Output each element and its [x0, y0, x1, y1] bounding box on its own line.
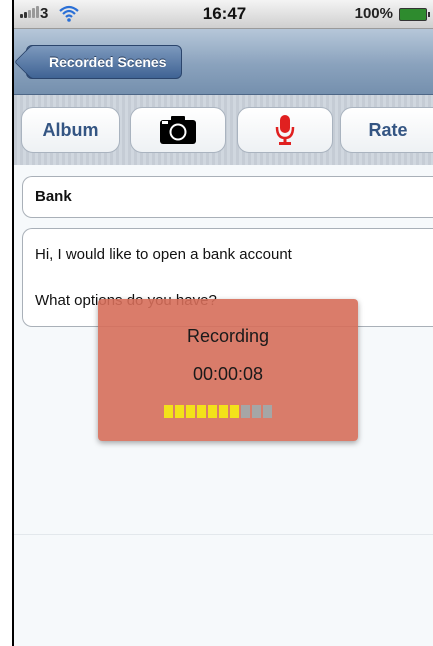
divider [14, 534, 433, 535]
battery-icon [399, 8, 430, 21]
album-button[interactable]: Album [21, 107, 120, 153]
level-segment-inactive [241, 405, 250, 418]
camera-button[interactable] [130, 107, 226, 153]
level-segment-active [186, 405, 195, 418]
level-segment-active [164, 405, 173, 418]
battery-percentage: 100% [354, 5, 393, 22]
level-segment-active [197, 405, 206, 418]
level-segment-active [175, 405, 184, 418]
level-segment-active [230, 405, 239, 418]
back-button-label: Recorded Scenes [49, 54, 167, 70]
camera-icon [160, 116, 196, 144]
level-segment-active [219, 405, 228, 418]
navigation-bar: Recorded Scenes [14, 29, 433, 95]
recording-timer: 00:00:08 [192, 364, 264, 384]
microphone-button[interactable] [237, 107, 333, 153]
scene-title: Bank [22, 176, 433, 218]
album-button-label: Album [42, 119, 99, 140]
level-segment-active [208, 405, 217, 418]
microphone-icon [275, 115, 295, 145]
rate-button-label: Rate [368, 119, 408, 140]
recording-overlay: Recording 00:00:08 [98, 299, 358, 441]
dialog-line: Hi, I would like to open a bank account [35, 246, 292, 263]
phone-screen: 3 16:47 100% Recorded Scenes Album Rate … [12, 0, 433, 646]
action-toolbar: Album Rate [14, 95, 433, 165]
recording-title: Recording [186, 326, 270, 346]
back-button-recorded-scenes[interactable]: Recorded Scenes [26, 45, 182, 79]
audio-level-meter [164, 405, 272, 418]
rate-button[interactable]: Rate [340, 107, 433, 153]
status-bar: 3 16:47 100% [14, 0, 433, 29]
level-segment-inactive [252, 405, 261, 418]
level-segment-inactive [263, 405, 272, 418]
